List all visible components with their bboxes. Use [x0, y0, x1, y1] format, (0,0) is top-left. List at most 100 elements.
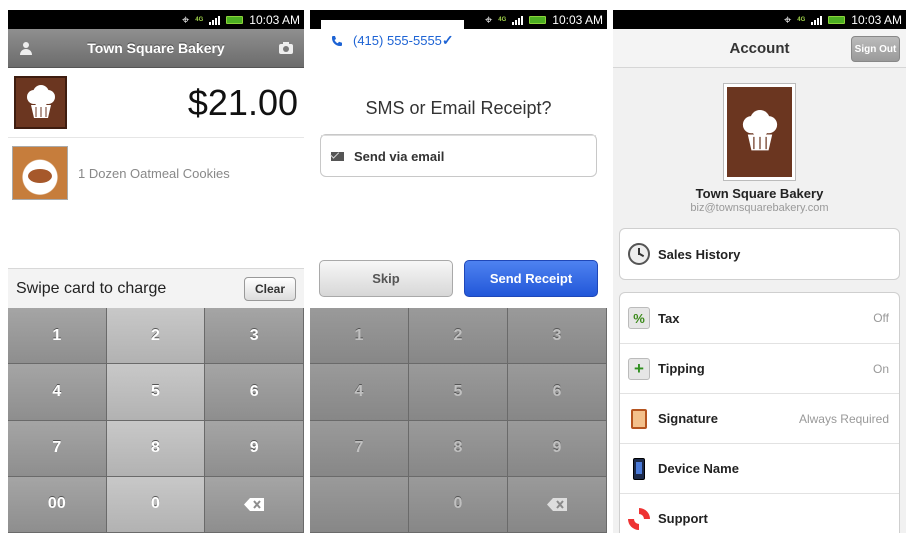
- send-receipt-button[interactable]: Send Receipt: [464, 260, 598, 297]
- status-time: 10:03 AM: [851, 12, 902, 27]
- network-4g-icon: 4G: [195, 16, 204, 23]
- setting-label: Device Name: [658, 461, 739, 476]
- signal-icon: [811, 15, 823, 25]
- setting-label: Tipping: [658, 361, 705, 376]
- charge-amount: $21.00: [187, 81, 298, 123]
- top-nav-bar: Town Square Bakery: [8, 29, 304, 68]
- clipboard-icon: [628, 408, 650, 430]
- setting-value: Always Required: [798, 411, 889, 426]
- account-nav-bar: Account Sign Out: [613, 29, 906, 68]
- backspace-key[interactable]: [508, 476, 607, 533]
- battery-icon: [529, 15, 547, 24]
- bakery-logo: [724, 84, 795, 180]
- backspace-key[interactable]: [205, 476, 304, 533]
- items-library-icon[interactable]: [278, 41, 294, 55]
- status-bar: ⌖ 4G 10:03 AM: [613, 10, 906, 29]
- key-3[interactable]: 3: [508, 308, 607, 365]
- business-name: Town Square Bakery: [695, 186, 824, 201]
- receipt-options: (415) 555-5555 ✓ Send via email: [320, 20, 597, 177]
- key-0[interactable]: 0: [106, 476, 206, 533]
- phone-screen-account: ⌖ 4G 10:03 AM Account Sign Out Town Squa…: [613, 10, 906, 533]
- phone-device-icon: [628, 457, 650, 480]
- numeric-keypad: 1 2 3 4 5 6 7 8 9 0: [310, 308, 607, 533]
- swipe-instruction: Swipe card to charge: [16, 279, 167, 297]
- key-6[interactable]: 6: [205, 364, 304, 421]
- sales-history-card: Sales History: [619, 228, 900, 280]
- lifebuoy-icon: [628, 507, 650, 530]
- checkmark-icon: ✓: [441, 32, 454, 48]
- numeric-keypad: 1 2 3 4 5 6 7 8 9 00 0: [8, 308, 304, 533]
- cart-item[interactable]: 1 Dozen Oatmeal Cookies: [8, 138, 304, 208]
- settings-row-signature[interactable]: Signature Always Required: [620, 393, 899, 443]
- settings-row-device-name[interactable]: Device Name: [620, 443, 899, 493]
- percent-icon: %: [628, 307, 650, 329]
- backspace-icon: [244, 497, 265, 511]
- sign-out-button[interactable]: Sign Out: [851, 36, 900, 62]
- key-5[interactable]: 5: [106, 364, 206, 421]
- key-7[interactable]: 7: [310, 420, 409, 477]
- phone-screen-checkout: ⌖ 4G 10:03 AM Town Square Bakery $21.00 …: [8, 10, 304, 533]
- bakery-logo: [14, 76, 67, 129]
- sms-phone-number: (415) 555-5555: [353, 33, 442, 48]
- clear-button[interactable]: Clear: [244, 276, 296, 301]
- phone-screen-receipt: ⌖ 4G 10:03 AM SMS or Email Receipt? (415…: [310, 10, 607, 533]
- key-2[interactable]: 2: [106, 308, 206, 365]
- setting-value: Off: [873, 311, 889, 325]
- email-option[interactable]: Send via email: [321, 135, 596, 176]
- clock-icon: [628, 243, 650, 265]
- settings-row-support[interactable]: Support: [620, 493, 899, 533]
- status-bar: ⌖ 4G 10:03 AM: [8, 10, 304, 29]
- key-1[interactable]: 1: [8, 308, 107, 365]
- status-time: 10:03 AM: [249, 12, 300, 27]
- cookie-thumbnail: [12, 146, 68, 200]
- settings-card: % Tax Off + Tipping On Signature Always …: [619, 292, 900, 533]
- gps-icon: ⌖: [783, 12, 792, 27]
- key-9[interactable]: 9: [508, 420, 607, 477]
- plus-icon: +: [628, 357, 650, 380]
- business-email: biz@townsquarebakery.com: [690, 202, 829, 214]
- battery-icon: [828, 15, 846, 24]
- key-7[interactable]: 7: [8, 420, 107, 477]
- envelope-icon: [331, 151, 344, 161]
- network-4g-icon: 4G: [498, 16, 507, 23]
- key-8[interactable]: 8: [409, 420, 508, 477]
- merchant-title: Town Square Bakery: [87, 40, 225, 56]
- cart-item-label: 1 Dozen Oatmeal Cookies: [78, 165, 230, 181]
- signal-icon: [512, 15, 524, 25]
- account-title: Account: [729, 39, 790, 57]
- settings-row-tipping[interactable]: + Tipping On: [620, 343, 899, 393]
- sales-history-label: Sales History: [658, 246, 741, 262]
- swipe-bar: Swipe card to charge Clear: [8, 268, 304, 308]
- sales-history-row[interactable]: Sales History: [620, 229, 899, 279]
- key-4[interactable]: 4: [8, 364, 107, 421]
- key-8[interactable]: 8: [106, 420, 206, 477]
- key-9[interactable]: 9: [205, 420, 304, 477]
- business-profile: Town Square Bakery biz@townsquarebakery.…: [613, 68, 906, 228]
- battery-icon: [226, 15, 244, 24]
- receipt-prompt-title: SMS or Email Receipt?: [365, 98, 552, 118]
- setting-label: Signature: [658, 411, 718, 426]
- email-option-label: Send via email: [354, 148, 445, 164]
- setting-value: On: [872, 361, 889, 376]
- key-00[interactable]: 00: [8, 476, 107, 533]
- phone-icon: [332, 35, 342, 46]
- settings-row-tax[interactable]: % Tax Off: [620, 293, 899, 343]
- signal-icon: [209, 15, 221, 25]
- network-4g-icon: 4G: [797, 16, 806, 23]
- key-4[interactable]: 4: [310, 364, 409, 421]
- key-6[interactable]: 6: [508, 364, 607, 421]
- key-0[interactable]: 0: [409, 476, 508, 533]
- skip-button[interactable]: Skip: [319, 260, 453, 297]
- backspace-icon: [547, 497, 567, 511]
- gps-icon: ⌖: [484, 12, 493, 27]
- key-1[interactable]: 1: [310, 308, 409, 365]
- key-3[interactable]: 3: [205, 308, 304, 365]
- charge-amount-row: $21.00: [8, 68, 304, 138]
- status-time: 10:03 AM: [552, 12, 603, 27]
- key-2[interactable]: 2: [409, 308, 508, 365]
- key-5[interactable]: 5: [409, 364, 508, 421]
- setting-label: Tax: [658, 310, 680, 326]
- key-blank: [310, 476, 409, 533]
- account-icon[interactable]: [18, 41, 34, 55]
- sms-option[interactable]: (415) 555-5555 ✓: [321, 20, 464, 61]
